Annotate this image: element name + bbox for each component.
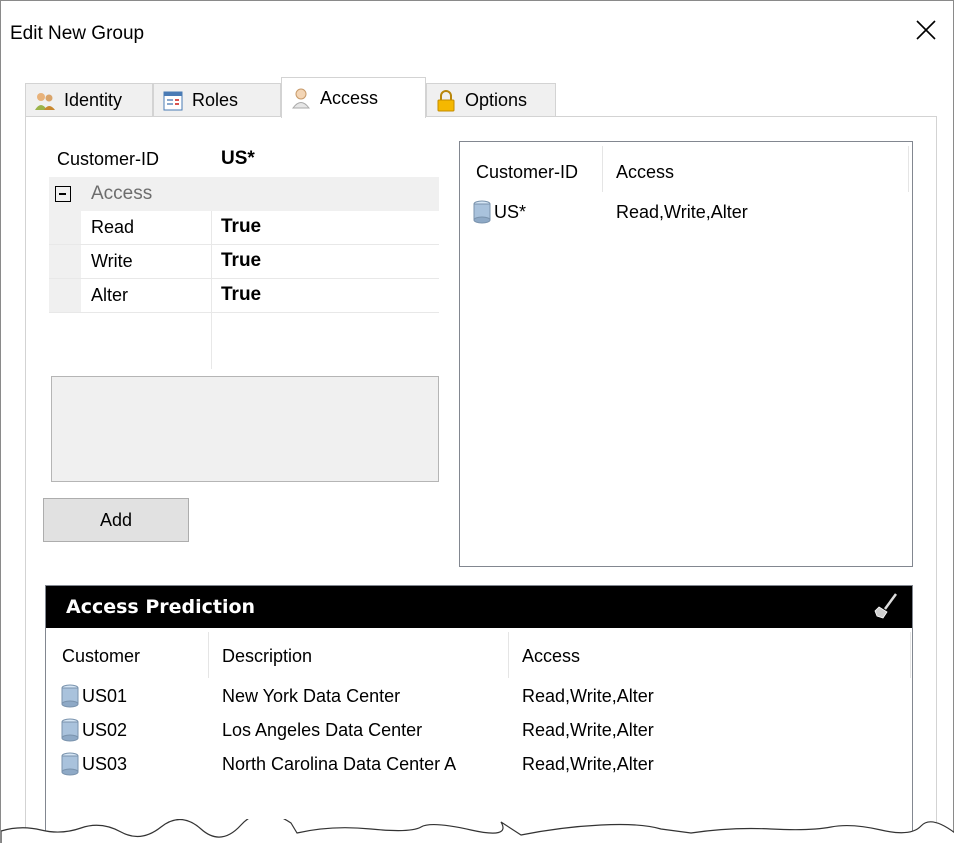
tab-options[interactable]: Options: [426, 83, 556, 117]
torn-edge: [1, 819, 954, 843]
property-row-read[interactable]: Read True: [49, 211, 439, 245]
server-icon: [473, 200, 491, 224]
edit-group-dialog: Edit New Group Identity Roles Access Opt…: [0, 0, 954, 843]
collapse-toggle-icon[interactable]: [55, 186, 71, 202]
column-header-description[interactable]: Description: [222, 646, 312, 667]
server-icon: [61, 752, 79, 776]
tab-roles[interactable]: Roles: [153, 83, 281, 117]
window-title: Edit New Group: [10, 23, 145, 44]
server-icon: [61, 718, 79, 742]
close-button[interactable]: [913, 17, 939, 43]
property-grid: Customer-ID US* Access Read True Write T…: [49, 143, 439, 369]
property-row-write[interactable]: Write True: [49, 245, 439, 279]
title-bar: Edit New Group: [1, 1, 953, 61]
user-icon: [292, 88, 310, 109]
access-prediction-header: Access Prediction: [46, 586, 912, 628]
column-header-access[interactable]: Access: [522, 646, 580, 667]
add-button[interactable]: Add: [43, 498, 189, 542]
column-header-access[interactable]: Access: [616, 162, 674, 183]
access-prediction-panel: Access Prediction Customer Description A…: [45, 585, 913, 843]
broom-icon[interactable]: [874, 592, 900, 620]
users-icon: [35, 92, 55, 110]
tab-access[interactable]: Access: [281, 77, 426, 118]
column-header-customer-id[interactable]: Customer-ID: [476, 162, 578, 183]
column-header-customer[interactable]: Customer: [62, 646, 140, 667]
property-row-alter[interactable]: Alter True: [49, 279, 439, 313]
property-row-customer-id[interactable]: Customer-ID US*: [49, 143, 439, 177]
roles-icon: [163, 91, 183, 110]
close-icon: [916, 20, 936, 40]
lock-icon: [437, 89, 455, 111]
property-description-box: [51, 376, 439, 482]
property-category-access[interactable]: Access: [49, 177, 439, 211]
tab-identity[interactable]: Identity: [25, 83, 153, 117]
server-icon: [61, 684, 79, 708]
access-list[interactable]: Customer-ID Access US* Read,Write,Alter: [459, 141, 913, 567]
